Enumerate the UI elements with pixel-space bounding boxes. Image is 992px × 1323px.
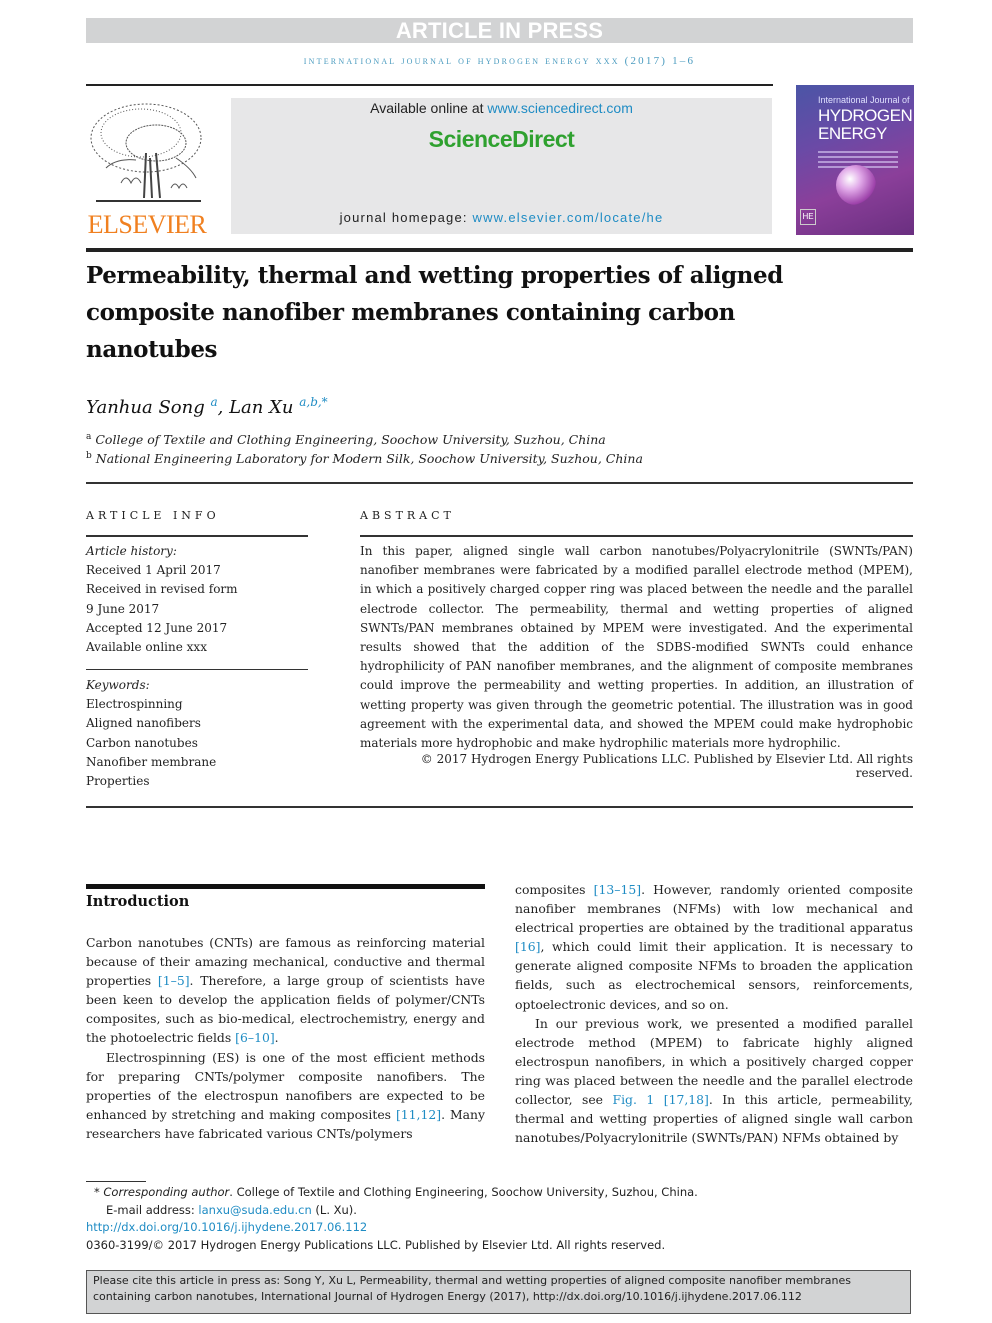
sciencedirect-banner: Available online at www.sciencedirect.co…: [231, 98, 772, 234]
author-affiliation-marker[interactable]: a,b,*: [299, 395, 327, 409]
keywords-divider: [86, 669, 308, 670]
available-online-line: Available online at www.sciencedirect.co…: [231, 100, 772, 116]
cover-title-line2: ENERGY: [818, 124, 887, 143]
author-separator: ,: [217, 397, 230, 418]
abstract-copyright: © 2017 Hydrogen Energy Publications LLC.…: [420, 752, 913, 780]
keyword-item: Carbon nanotubes: [86, 735, 198, 750]
elsevier-tree-icon: [90, 103, 202, 202]
article-history-label: Article history:: [86, 544, 177, 558]
affiliation-marker: a: [86, 432, 92, 442]
introduction-rule: [86, 884, 485, 889]
journal-cover-thumbnail[interactable]: International Journal of HYDROGEN ENERGY…: [796, 85, 914, 235]
front-matter-divider: [86, 806, 913, 808]
reference-link[interactable]: [6–10]: [235, 1030, 275, 1045]
reference-link[interactable]: Fig. 1: [612, 1092, 654, 1107]
paragraph: composites [13–15]. However, randomly or…: [515, 880, 913, 1014]
cover-orb-graphic: [836, 165, 876, 205]
reference-link[interactable]: [16]: [515, 939, 540, 954]
article-history: Article history: Received 1 April 2017 R…: [86, 542, 238, 657]
email-note: E-mail address: lanxu@suda.edu.cn (L. Xu…: [86, 1202, 698, 1220]
author-affiliation-marker[interactable]: a: [210, 395, 217, 409]
body-column-left: Carbon nanotubes (CNTs) are famous as re…: [86, 933, 485, 1143]
corresponding-author-label: Corresponding author: [103, 1185, 230, 1199]
author-name[interactable]: Lan Xu: [229, 397, 293, 418]
body-column-right: composites [13–15]. However, randomly or…: [515, 880, 913, 1147]
cover-badge: HE: [800, 209, 816, 225]
affiliation-a: a College of Textile and Clothing Engine…: [86, 432, 606, 447]
affiliation-text: College of Textile and Clothing Engineer…: [95, 432, 606, 448]
reference-link[interactable]: [13–15]: [594, 882, 641, 897]
keywords-list: Keywords: Electrospinning Aligned nanofi…: [86, 676, 216, 791]
abstract-heading: ABSTRACT: [360, 509, 455, 522]
journal-homepage-label: journal homepage:: [339, 210, 473, 225]
author-name[interactable]: Yanhua Song: [86, 397, 205, 418]
corresponding-author-text: . College of Textile and Clothing Engine…: [229, 1185, 698, 1199]
history-item: Accepted 12 June 2017: [86, 620, 228, 635]
history-item: Received in revised form: [86, 582, 238, 597]
author-list: Yanhua Song a, Lan Xu a,b,*: [86, 395, 328, 418]
paragraph: Electrospinning (ES) is one of the most …: [86, 1048, 485, 1143]
keyword-item: Nanofiber membrane: [86, 754, 217, 769]
cover-title-small: International Journal of: [818, 95, 910, 105]
issn-line: 0360-3199/© 2017 Hydrogen Energy Publica…: [86, 1237, 666, 1252]
sciencedirect-logo[interactable]: ScienceDirect: [231, 126, 772, 153]
article-info-heading: ARTICLE INFO: [86, 509, 220, 522]
header-rule: [86, 84, 773, 86]
keyword-item: Aligned nanofibers: [86, 716, 201, 731]
abstract-body: In this paper, aligned single wall carbo…: [360, 544, 913, 751]
reference-link[interactable]: [17,18]: [664, 1092, 709, 1107]
text-run: [654, 1092, 663, 1107]
affiliation-text: National Engineering Laboratory for Mode…: [95, 451, 643, 467]
journal-homepage-link[interactable]: www.elsevier.com/locate/he: [473, 210, 664, 225]
reference-link[interactable]: [11,12]: [396, 1107, 441, 1122]
corresponding-author-note: * Corresponding author. College of Texti…: [86, 1184, 698, 1202]
available-online-label: Available online at: [370, 100, 488, 116]
affiliation-marker: b: [86, 451, 92, 461]
article-title: Permeability, thermal and wetting proper…: [86, 262, 783, 363]
cover-title-large: HYDROGEN ENERGY: [818, 106, 913, 143]
doi-link[interactable]: http://dx.doi.org/10.1016/j.ijhydene.201…: [86, 1220, 367, 1234]
text-run: .: [274, 1030, 279, 1046]
keyword-item: Electrospinning: [86, 697, 183, 712]
article-info-divider: [86, 535, 308, 537]
footnotes: * Corresponding author. College of Texti…: [86, 1184, 698, 1254]
introduction-heading: Introduction: [86, 893, 190, 910]
elsevier-logo[interactable]: ELSEVIER: [86, 98, 208, 238]
article-in-press-banner: ARTICLE IN PRESS: [86, 18, 913, 43]
text-run: composites: [515, 882, 594, 897]
affiliation-b: b National Engineering Laboratory for Mo…: [86, 451, 643, 466]
abstract-divider: [360, 535, 913, 537]
text-run: , which could limit their application. I…: [515, 939, 913, 1012]
section-divider: [86, 482, 913, 484]
paragraph: Carbon nanotubes (CNTs) are famous as re…: [86, 933, 485, 1048]
elsevier-wordmark: ELSEVIER: [87, 210, 207, 239]
keywords-label: Keywords:: [86, 678, 150, 692]
sciencedirect-link[interactable]: www.sciencedirect.com: [487, 100, 633, 116]
journal-homepage-line: journal homepage: www.elsevier.com/locat…: [231, 210, 772, 225]
email-link[interactable]: lanxu@suda.edu.cn: [198, 1203, 311, 1217]
reference-link[interactable]: [1–5]: [158, 973, 190, 988]
footnote-star: *: [94, 1185, 100, 1199]
history-item: 9 June 2017: [86, 601, 160, 616]
journal-running-header: International Journal of Hydrogen Energy…: [303, 55, 696, 67]
paragraph: In our previous work, we presented a mod…: [515, 1014, 913, 1148]
history-item: Received 1 April 2017: [86, 563, 221, 578]
history-item: Available online xxx: [86, 640, 207, 655]
footnote-rule: [86, 1181, 146, 1182]
cover-title-line1: HYDROGEN: [818, 106, 913, 125]
email-suffix: (L. Xu).: [311, 1202, 357, 1217]
email-label: E-mail address:: [106, 1202, 199, 1217]
keyword-item: Properties: [86, 774, 150, 789]
title-rule: [86, 248, 913, 252]
citation-box: Please cite this article in press as: So…: [86, 1270, 911, 1314]
